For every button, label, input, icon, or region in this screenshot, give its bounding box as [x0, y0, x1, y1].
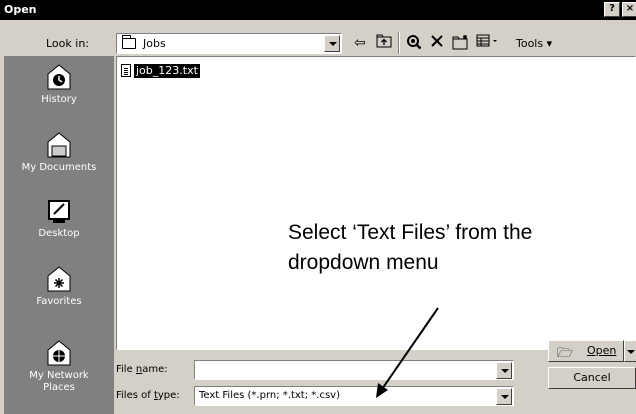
place-label: Desktop [38, 228, 80, 239]
network-places-icon [44, 338, 74, 368]
open-options-button[interactable] [624, 340, 636, 362]
tools-menu[interactable]: Tools ▾ [516, 37, 552, 50]
callout-line-1: Select ‘Text Files’ from the [288, 221, 533, 244]
file-type-value: Text Files (*.prn; *.txt; *.csv) [199, 390, 340, 401]
chevron-down-icon[interactable] [496, 388, 512, 405]
desktop-icon [44, 196, 74, 226]
place-label: History [41, 94, 77, 105]
open-folder-icon: 🗁 [557, 346, 574, 361]
instruction-callout: Select ‘Text Files’ from the dropdown me… [288, 218, 532, 278]
tools-label: Tools [516, 37, 544, 50]
look-in-value: Jobs [143, 37, 166, 50]
open-button[interactable]: 🗁 Open [548, 340, 624, 362]
open-label: Open [587, 344, 617, 357]
place-label: Favorites [36, 296, 82, 307]
help-button[interactable]: ? [604, 2, 620, 17]
search-web-icon[interactable] [406, 34, 422, 55]
places-item-favorites[interactable]: Favorites [4, 264, 114, 308]
new-folder-icon[interactable] [452, 34, 470, 55]
folder-icon [122, 35, 136, 49]
close-button[interactable]: × [622, 2, 636, 17]
places-item-desktop[interactable]: Desktop [4, 196, 114, 240]
back-icon[interactable]: ⇦ [354, 34, 366, 52]
file-name-label: File name: [116, 364, 168, 375]
file-type-label: Files of type: [116, 390, 180, 401]
delete-icon[interactable] [430, 34, 444, 53]
places-item-network[interactable]: My Network Places [4, 338, 114, 394]
callout-line-2: dropdown menu [288, 251, 439, 274]
my-documents-icon [44, 130, 74, 160]
views-icon[interactable] [476, 34, 500, 53]
toolbar-separator [398, 32, 400, 54]
chevron-down-icon[interactable] [324, 35, 340, 52]
places-bar: History My Documents Desktop Favorites M… [4, 56, 114, 414]
cancel-button[interactable]: Cancel [548, 367, 636, 389]
title-bar: Open ? × [0, 0, 636, 20]
history-icon [44, 62, 74, 92]
chevron-down-icon[interactable] [496, 362, 512, 379]
look-in-label: Look in: [46, 37, 89, 50]
file-type-dropdown[interactable]: Text Files (*.prn; *.txt; *.csv) [194, 386, 514, 406]
places-item-history[interactable]: History [4, 62, 114, 106]
file-list[interactable]: job_123.txt [116, 56, 636, 350]
place-label: My Documents [21, 162, 97, 173]
text-file-icon [121, 64, 131, 77]
look-in-dropdown[interactable]: Jobs [116, 33, 342, 54]
open-dialog: Look in: Jobs ⇦ Tools ▾ History My Docum… [0, 20, 636, 414]
file-name: job_123.txt [134, 64, 200, 78]
window-title: Open [4, 3, 37, 16]
file-name-combo[interactable] [194, 360, 514, 380]
up-folder-icon[interactable] [376, 34, 392, 53]
places-item-my-documents[interactable]: My Documents [4, 130, 114, 174]
place-label: My Network Places [29, 370, 89, 393]
favorites-icon [44, 264, 74, 294]
